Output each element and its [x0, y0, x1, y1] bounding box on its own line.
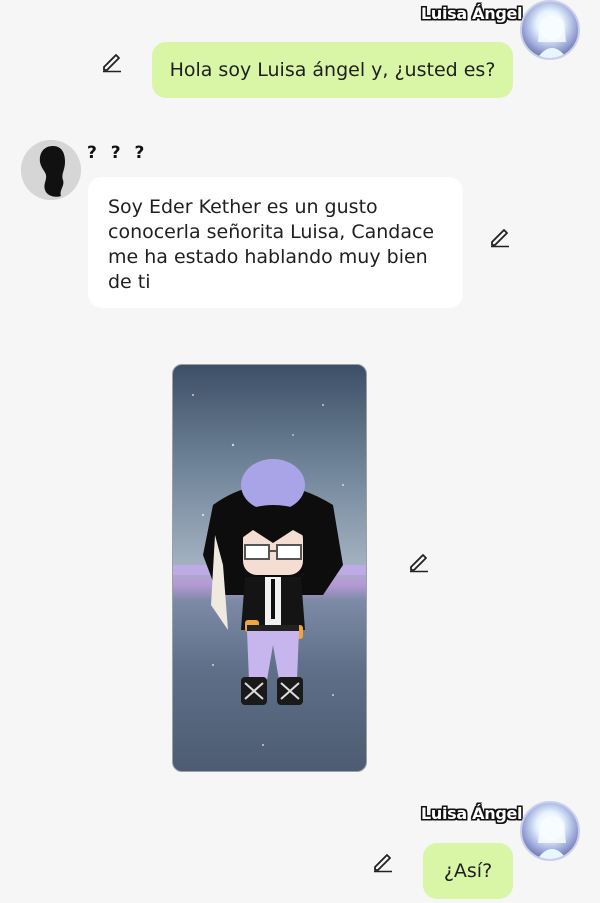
- message-bubble-outgoing[interactable]: ¿Así?: [423, 843, 513, 899]
- message-text: Soy Eder Kether es un gusto conocerla se…: [108, 196, 435, 293]
- message-bubble-incoming[interactable]: Soy Eder Kether es un gusto conocerla se…: [88, 177, 463, 308]
- sender-name-luisa: Luisa Ángel: [421, 804, 523, 823]
- character-illustration: [173, 394, 366, 746]
- shared-image[interactable]: [172, 364, 367, 772]
- sender-name-unknown: ? ? ?: [87, 143, 149, 163]
- character-avatar-icon[interactable]: [520, 0, 580, 60]
- message-text: ¿Así?: [443, 860, 493, 882]
- silhouette-avatar-icon[interactable]: [21, 140, 81, 200]
- sender-name-luisa: Luisa Ángel: [421, 4, 523, 23]
- character-avatar-icon[interactable]: [520, 801, 580, 861]
- edit-icon[interactable]: [488, 224, 512, 248]
- message-text: Hola soy Luisa ángel y, ¿usted es?: [169, 59, 496, 81]
- message-bubble-outgoing[interactable]: Hola soy Luisa ángel y, ¿usted es?: [152, 42, 513, 98]
- edit-icon[interactable]: [371, 849, 395, 873]
- edit-icon[interactable]: [407, 549, 431, 573]
- edit-icon[interactable]: [100, 49, 124, 73]
